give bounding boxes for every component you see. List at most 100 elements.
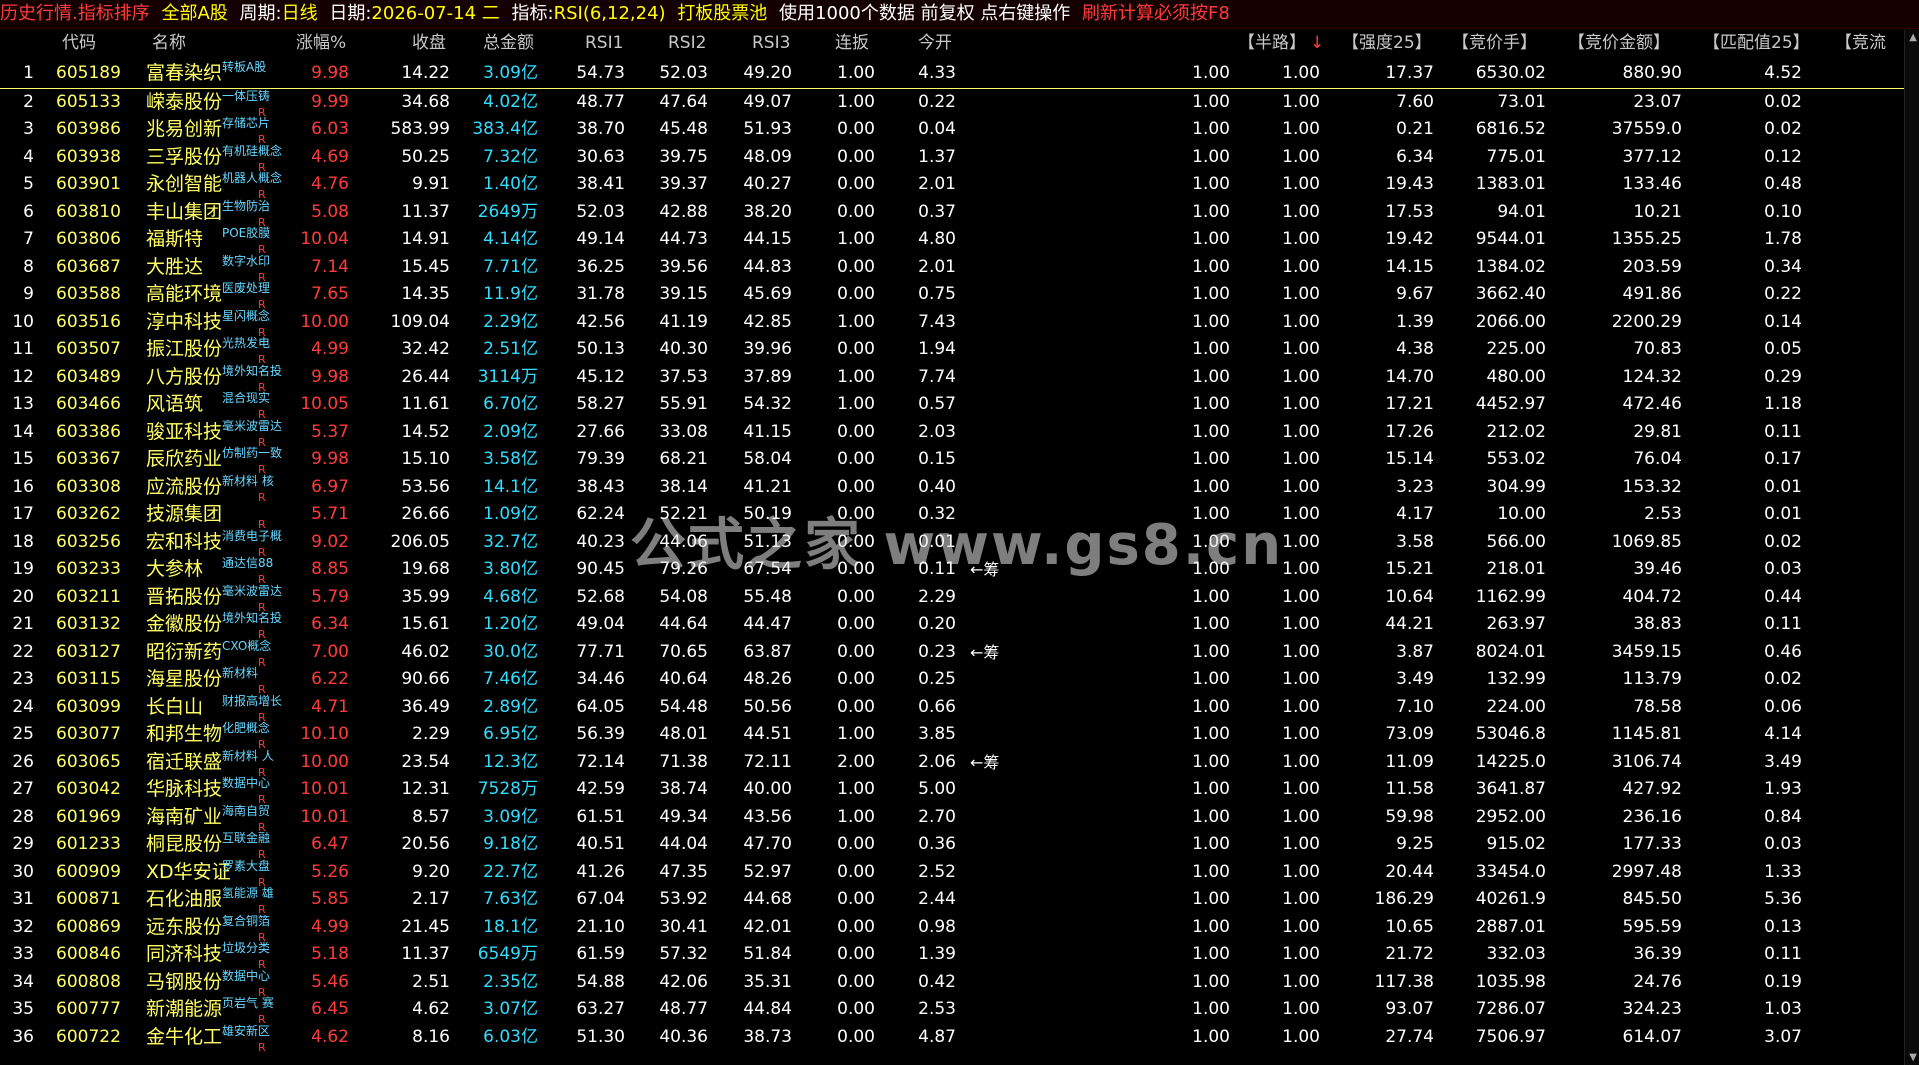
table-row[interactable]: 29 601233 桐昆股份 互联金融 R 6.47 20.56 9.18亿 40.51 44.0… bbox=[0, 831, 1919, 861]
stock-code[interactable]: 603042 bbox=[56, 776, 136, 804]
stock-code[interactable]: 600846 bbox=[56, 941, 136, 969]
stock-code[interactable]: 603211 bbox=[56, 584, 136, 612]
stock-code[interactable]: 603132 bbox=[56, 611, 136, 639]
stock-name[interactable]: 桐昆股份 bbox=[146, 831, 222, 859]
stock-code[interactable]: 603262 bbox=[56, 501, 136, 529]
stock-code[interactable]: 603367 bbox=[56, 446, 136, 474]
stock-name[interactable]: 晋拓股份 bbox=[146, 584, 222, 612]
table-row[interactable]: 5 603901 永创智能 机器人概念 R 4.76 9.91 1.40亿 38.41 39.37… bbox=[0, 171, 1919, 201]
stock-name[interactable]: 大胜达 bbox=[146, 254, 203, 282]
stock-name[interactable]: 宏和科技 bbox=[146, 529, 222, 557]
stock-name[interactable]: 长白山 bbox=[146, 694, 203, 722]
stock-name[interactable]: 石化油服 bbox=[146, 886, 222, 914]
stock-name[interactable]: 淳中科技 bbox=[146, 309, 222, 337]
col-rsi1[interactable]: RSI1 bbox=[585, 30, 623, 56]
col-change[interactable]: 涨幅% bbox=[296, 30, 346, 56]
table-row[interactable]: 10 603516 淳中科技 星闪概念 R 10.00 109.04 2.29亿 42.56 41… bbox=[0, 309, 1919, 339]
stock-code[interactable]: 603115 bbox=[56, 666, 136, 694]
stock-name[interactable]: 昭衍新药 bbox=[146, 639, 222, 667]
stock-code[interactable]: 603901 bbox=[56, 171, 136, 199]
table-row[interactable]: 25 603077 和邦生物 化肥概念 R 10.10 2.29 6.95亿 56.39 48.0… bbox=[0, 721, 1919, 751]
stock-code[interactable]: 603507 bbox=[56, 336, 136, 364]
table-row[interactable]: 17 603262 技源集团 R 5.71 26.66 1.09亿 62.24 52.21 50.… bbox=[0, 501, 1919, 531]
table-row[interactable]: 3 603986 兆易创新 存储芯片 R 6.03 583.99 383.4亿 38.70 45.… bbox=[0, 116, 1919, 146]
col-jinkai[interactable]: 今开 bbox=[918, 30, 952, 56]
stock-name[interactable]: 金牛化工 bbox=[146, 1024, 222, 1052]
table-row[interactable]: 36 600722 金牛化工 雄安新区 R 4.62 8.16 6.03亿 51.30 40.36… bbox=[0, 1024, 1919, 1054]
stock-code[interactable]: 603127 bbox=[56, 639, 136, 667]
stock-code[interactable]: 603687 bbox=[56, 254, 136, 282]
stock-name[interactable]: 兆易创新 bbox=[146, 116, 222, 144]
stock-name[interactable]: 辰欣药业 bbox=[146, 446, 222, 474]
stock-name[interactable]: 海南矿业 bbox=[146, 804, 222, 832]
period-value[interactable]: 日线 bbox=[282, 3, 318, 24]
table-row[interactable]: 4 603938 三孚股份 有机硅概念 R 4.69 50.25 7.32亿 30.63 39.7… bbox=[0, 144, 1919, 174]
stock-code[interactable]: 603233 bbox=[56, 556, 136, 584]
table-row[interactable]: 20 603211 晋拓股份 毫米波雷达 R 5.79 35.99 4.68亿 52.68 54.… bbox=[0, 584, 1919, 614]
stock-name[interactable]: 马钢股份 bbox=[146, 969, 222, 997]
col-jingjiashou[interactable]: 【竞价手】 bbox=[1452, 30, 1537, 56]
table-row[interactable]: 1 605189 富春染织 转板A股 9.98 14.22 3.09亿 54.73 52.03 4… bbox=[0, 60, 1919, 89]
table-row[interactable]: 18 603256 宏和科技 消费电子概 R 9.02 206.05 32.7亿 40.23 44… bbox=[0, 529, 1919, 559]
col-banlu[interactable]: 【半路】 ↓ bbox=[1238, 30, 1324, 56]
stock-code[interactable]: 603099 bbox=[56, 694, 136, 722]
stock-name[interactable]: 金徽股份 bbox=[146, 611, 222, 639]
stock-name[interactable]: 新潮能源 bbox=[146, 996, 222, 1024]
market-selector[interactable]: 全部A股 bbox=[161, 3, 227, 24]
stock-name[interactable]: 富春染织 bbox=[146, 60, 222, 88]
stock-code[interactable]: 601233 bbox=[56, 831, 136, 859]
table-row[interactable]: 7 603806 福斯特 POE胶膜 R 10.04 14.91 4.14亿 49.14 44.7… bbox=[0, 226, 1919, 256]
col-name[interactable]: 名称 bbox=[152, 30, 186, 56]
table-row[interactable]: 31 600871 石化油服 氢能源 雄 R 5.85 2.17 7.63亿 67.04 53.9… bbox=[0, 886, 1919, 916]
table-row[interactable]: 8 603687 大胜达 数字水印 R 7.14 15.45 7.71亿 36.25 39.56 4… bbox=[0, 254, 1919, 284]
col-jingjiajine[interactable]: 【竞价金额】 bbox=[1568, 30, 1670, 56]
vertical-scrollbar[interactable]: ▲ ▼ bbox=[1904, 30, 1919, 1065]
stock-name[interactable]: 振江股份 bbox=[146, 336, 222, 364]
stock-name[interactable]: 骏亚科技 bbox=[146, 419, 222, 447]
table-row[interactable]: 28 601969 海南矿业 海南自贸 R 10.01 8.57 3.09亿 61.51 49.3… bbox=[0, 804, 1919, 834]
stock-code[interactable]: 605133 bbox=[56, 89, 136, 117]
table-row[interactable]: 15 603367 辰欣药业 仿制药一致 R 9.98 15.10 3.58亿 79.39 68.… bbox=[0, 446, 1919, 476]
table-row[interactable]: 9 603588 高能环境 医废处理 R 7.65 14.35 11.9亿 31.78 39.15… bbox=[0, 281, 1919, 311]
stock-name[interactable]: 永创智能 bbox=[146, 171, 222, 199]
col-code[interactable]: 代码 bbox=[62, 30, 96, 56]
stock-name[interactable]: 和邦生物 bbox=[146, 721, 222, 749]
table-row[interactable]: 2 605133 嵘泰股份 一体压铸 R 9.99 34.68 4.02亿 48.77 47.64… bbox=[0, 89, 1919, 119]
stock-name[interactable]: 三孚股份 bbox=[146, 144, 222, 172]
table-row[interactable]: 6 603810 丰山集团 生物防治 R 5.08 11.37 2649万 52.03 42.88… bbox=[0, 199, 1919, 229]
col-rsi2[interactable]: RSI2 bbox=[668, 30, 706, 56]
stock-code[interactable]: 603516 bbox=[56, 309, 136, 337]
stock-code[interactable]: 603806 bbox=[56, 226, 136, 254]
stock-code[interactable]: 601969 bbox=[56, 804, 136, 832]
table-row[interactable]: 11 603507 振江股份 光热发电 R 4.99 32.42 2.51亿 50.13 40.3… bbox=[0, 336, 1919, 366]
stock-code[interactable]: 600869 bbox=[56, 914, 136, 942]
stock-name[interactable]: 宿迁联盛 bbox=[146, 749, 222, 777]
table-row[interactable]: 22 603127 昭衍新药 CXO概念 R 7.00 46.02 30.0亿 77.71 70.… bbox=[0, 639, 1919, 669]
stock-name[interactable]: 高能环境 bbox=[146, 281, 222, 309]
stock-code[interactable]: 605189 bbox=[56, 60, 136, 88]
stock-pool[interactable]: 打板股票池 bbox=[677, 3, 767, 24]
stock-name[interactable]: 大参林 bbox=[146, 556, 203, 584]
stock-name[interactable]: 华脉科技 bbox=[146, 776, 222, 804]
stock-code[interactable]: 603810 bbox=[56, 199, 136, 227]
stock-code[interactable]: 603938 bbox=[56, 144, 136, 172]
table-row[interactable]: 16 603308 应流股份 新材料 核 R 6.97 53.56 14.1亿 38.43 38.… bbox=[0, 474, 1919, 504]
stock-code[interactable]: 603489 bbox=[56, 364, 136, 392]
table-row[interactable]: 34 600808 马钢股份 数据中心 R 5.46 2.51 2.35亿 54.88 42.06… bbox=[0, 969, 1919, 999]
table-row[interactable]: 26 603065 宿迁联盛 新材料 人 R 10.00 23.54 12.3亿 72.14 71… bbox=[0, 749, 1919, 779]
table-row[interactable]: 33 600846 同济科技 垃圾分类 R 5.18 11.37 6549万 61.59 57.3… bbox=[0, 941, 1919, 971]
stock-code[interactable]: 603065 bbox=[56, 749, 136, 777]
stock-code[interactable]: 603588 bbox=[56, 281, 136, 309]
stock-name[interactable]: 技源集团 bbox=[146, 501, 222, 529]
stock-code[interactable]: 603256 bbox=[56, 529, 136, 557]
col-pipei[interactable]: 【匹配值25】 bbox=[1703, 30, 1810, 56]
stock-code[interactable]: 600909 bbox=[56, 859, 136, 887]
stock-name[interactable]: 风语筑 bbox=[146, 391, 203, 419]
stock-name[interactable]: 海星股份 bbox=[146, 666, 222, 694]
table-row[interactable]: 30 600909 XD华安证 罗素大盘 R 5.26 9.20 22.7亿 41.26 47.3… bbox=[0, 859, 1919, 889]
stock-name[interactable]: 丰山集团 bbox=[146, 199, 222, 227]
scroll-down-icon[interactable]: ▼ bbox=[1909, 1052, 1917, 1063]
table-row[interactable]: 27 603042 华脉科技 数据中心 R 10.01 12.31 7528万 42.59 38.… bbox=[0, 776, 1919, 806]
stock-code[interactable]: 603986 bbox=[56, 116, 136, 144]
stock-code[interactable]: 603386 bbox=[56, 419, 136, 447]
